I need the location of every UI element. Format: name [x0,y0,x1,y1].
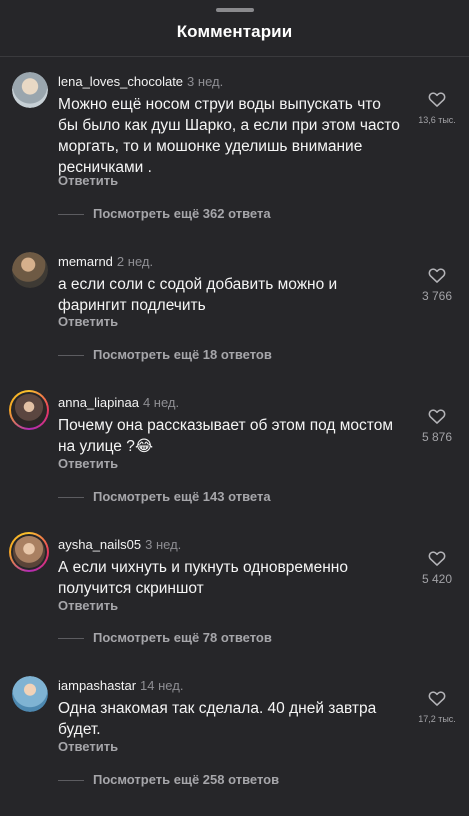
avatar[interactable] [9,390,49,430]
heart-icon[interactable] [427,265,447,285]
timestamp: 2 нед. [116,254,154,269]
reply-button[interactable]: Ответить [58,314,118,329]
username[interactable]: iampashastar [58,678,136,693]
username[interactable]: lena_loves_chocolate [58,74,183,89]
view-replies-label: Посмотреть ещё 258 ответов [93,772,280,787]
header-divider [0,56,469,57]
timestamp: 14 нед. [140,678,184,693]
comment-text: А если чихнуть и пукнуть одновременно по… [58,559,348,597]
like-control[interactable]: 5 876 [414,406,460,444]
like-control[interactable]: 17,2 тыс. [414,688,460,724]
thread-line [58,355,84,356]
comment-meta: iampashastar 14 нед. [58,678,183,693]
reply-button[interactable]: Ответить [58,456,118,471]
reply-button[interactable]: Ответить [58,173,118,188]
comment-text: Одна знакомая так сделала. 40 дней завтр… [58,700,377,738]
comment-meta: memarnd 2 нед. [58,254,153,269]
thread-line [58,780,84,781]
comment-item: memarnd 2 нед. а если соли с содой добави… [0,252,469,392]
drag-handle[interactable] [216,8,254,12]
timestamp: 3 нед. [145,537,182,552]
like-control[interactable]: 5 420 [414,548,460,586]
reply-button[interactable]: Ответить [58,598,118,613]
like-count: 3 766 [421,289,453,303]
comment-item: anna_liapinaa 4 нед. Почему она рассказыв… [0,390,469,533]
view-replies-label: Посмотреть ещё 18 ответов [93,347,272,362]
username[interactable]: aysha_nails05 [58,537,141,552]
thread-line [58,497,84,498]
like-control[interactable]: 3 766 [414,265,460,303]
comment-text: Почему она рассказывает об этом под мост… [58,417,393,455]
username[interactable]: anna_liapinaa [58,395,139,410]
view-replies-label: Посмотреть ещё 362 ответа [93,206,271,221]
avatar[interactable] [12,676,48,712]
like-count: 13,6 тыс. [418,115,456,125]
heart-icon[interactable] [427,89,447,109]
username[interactable]: memarnd [58,254,113,269]
timestamp: 4 нед. [142,395,180,410]
comment-item: aysha_nails05 3 нед. А если чихнуть и пук… [0,532,469,675]
like-control[interactable]: 13,6 тыс. [414,89,460,125]
thread-line [58,214,84,215]
view-replies-label: Посмотреть ещё 78 ответов [93,630,272,645]
avatar[interactable] [12,252,48,288]
comment-text: Можно ещё носом струи воды выпускать что… [58,96,400,176]
comments-sheet: Комментарии lena_loves_chocolate 3 нед. М… [0,0,469,800]
comment-text: а если соли с содой добавить можно и фар… [58,276,338,314]
comment-meta: lena_loves_chocolate 3 нед. [58,74,223,89]
like-count: 17,2 тыс. [418,714,456,724]
avatar[interactable] [12,72,48,108]
reply-button[interactable]: Ответить [58,739,118,754]
heart-icon[interactable] [427,406,447,426]
comment-item: iampashastar 14 нед. Одна знакомая так сд… [0,676,469,816]
avatar[interactable] [9,532,49,572]
like-count: 5 420 [421,572,453,586]
heart-icon[interactable] [427,548,447,568]
comment-meta: aysha_nails05 3 нед. [58,537,181,552]
heart-icon[interactable] [427,688,447,708]
view-replies-label: Посмотреть ещё 143 ответа [93,489,271,504]
comment-meta: anna_liapinaa 4 нед. [58,395,179,410]
sheet-title: Комментарии [176,22,293,41]
thread-line [58,638,84,639]
timestamp: 3 нед. [187,74,224,89]
comment-item: lena_loves_chocolate 3 нед. Можно ещё нос… [0,72,469,221]
like-count: 5 876 [421,430,453,444]
